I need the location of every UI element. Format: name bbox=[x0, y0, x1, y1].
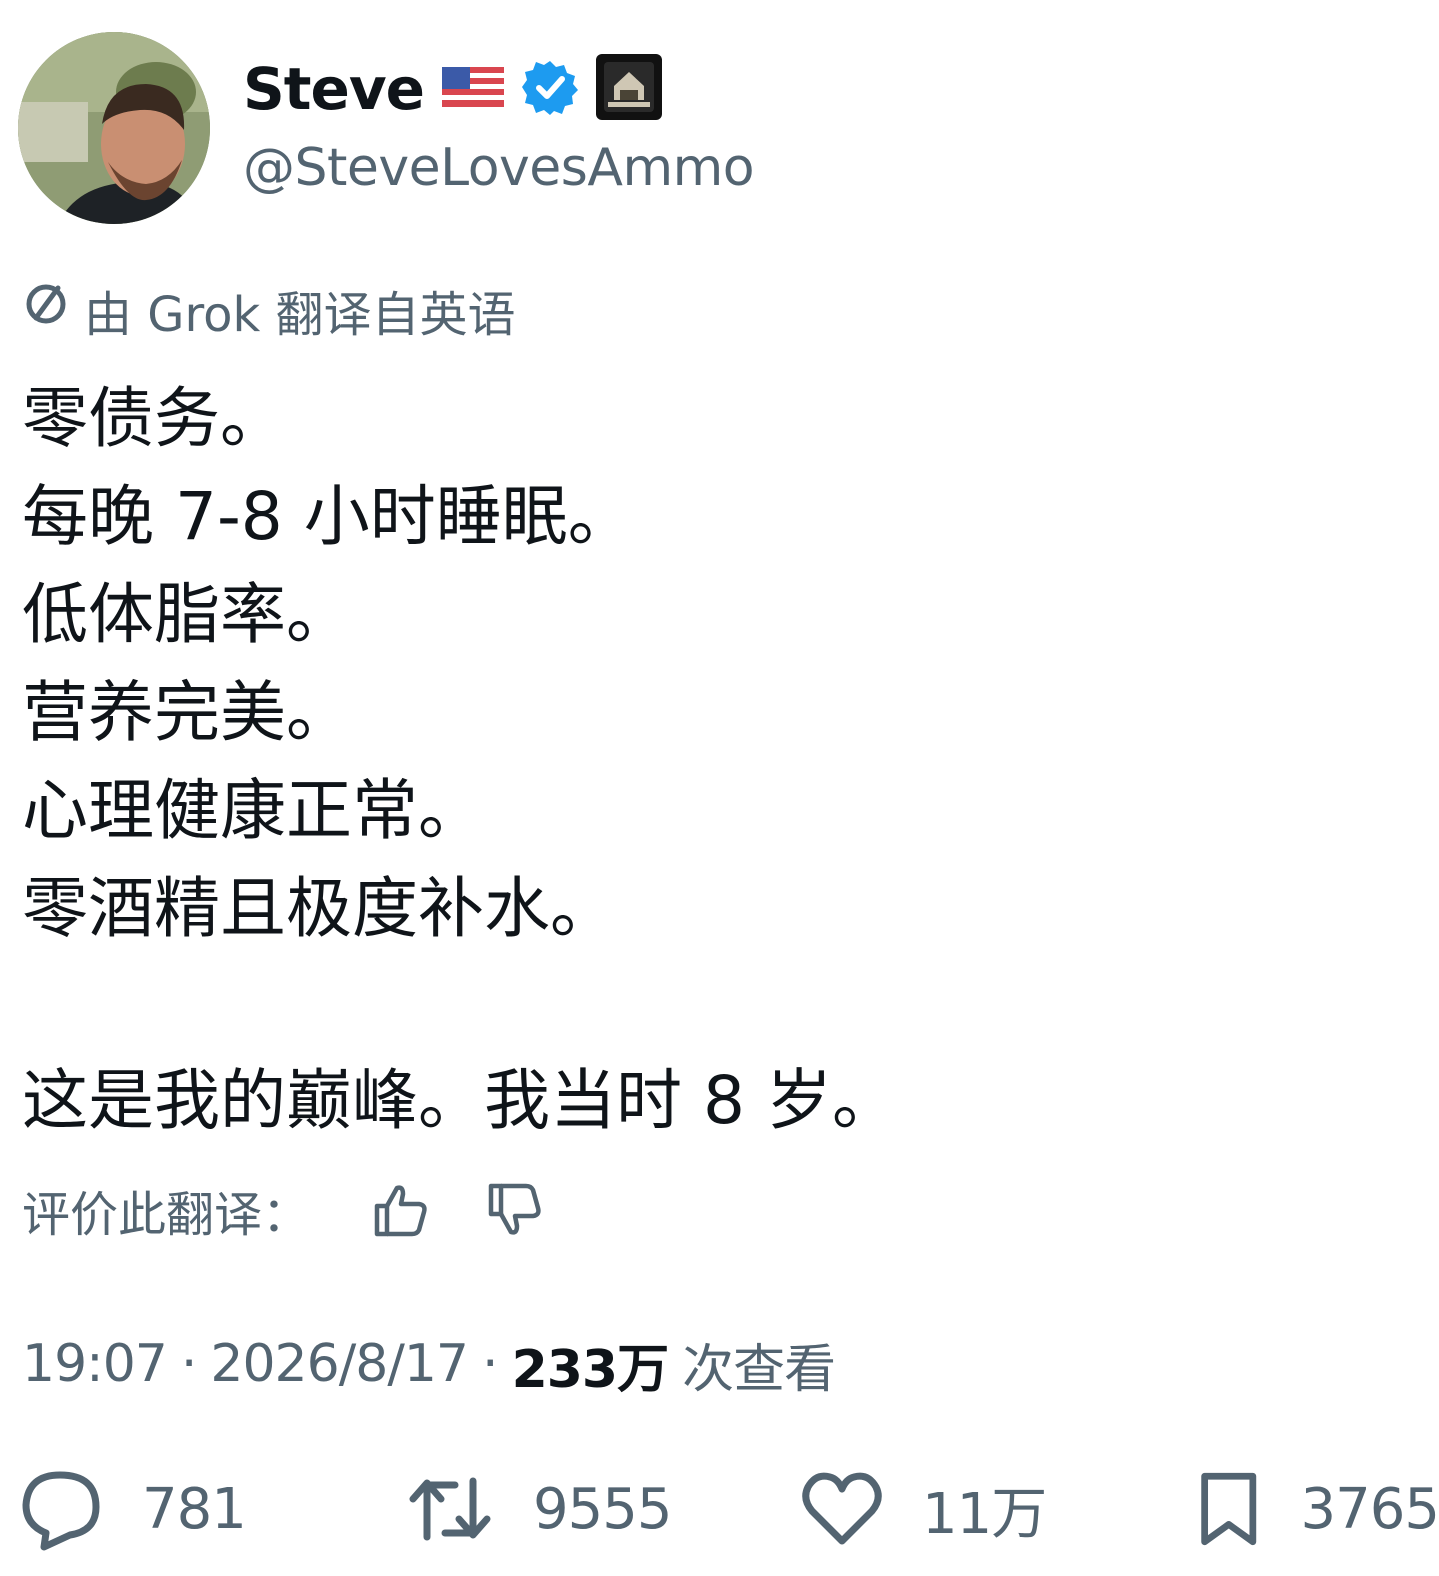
avatar[interactable] bbox=[18, 32, 210, 224]
tweet-line: 营养完美。 bbox=[22, 674, 352, 751]
translation-note: 由 Grok 翻译自英语 bbox=[22, 280, 516, 343]
bookmark-count: 3765 bbox=[1300, 1476, 1439, 1542]
thumbs-down-button[interactable] bbox=[480, 1175, 550, 1245]
tweet-date[interactable]: 2026/8/17 bbox=[210, 1334, 469, 1394]
retweet-button[interactable]: 9555 bbox=[405, 1466, 673, 1552]
affiliate-badge-icon[interactable] bbox=[595, 54, 662, 124]
rate-translation: 评价此翻译： bbox=[22, 1172, 594, 1248]
meta-separator: · bbox=[180, 1334, 198, 1394]
tweet-line: 零债务。 bbox=[22, 380, 286, 457]
tweet-meta: 19:07 · 2026/8/17 · 233万 次查看 bbox=[22, 1326, 836, 1402]
thumbs-up-icon bbox=[374, 1185, 427, 1237]
reply-icon bbox=[22, 1471, 100, 1551]
translation-note-text[interactable]: 由 Grok 翻译自英语 bbox=[84, 275, 516, 345]
verified-badge-icon[interactable] bbox=[521, 59, 578, 119]
bookmark-icon bbox=[1201, 1472, 1257, 1546]
retweet-icon bbox=[409, 1477, 491, 1541]
tweet-line: 零酒精且极度补水。 bbox=[22, 870, 616, 947]
thumbs-down-icon bbox=[488, 1183, 541, 1235]
tweet-line: 低体脂率。 bbox=[22, 576, 352, 653]
tweet-time[interactable]: 19:07 bbox=[22, 1334, 168, 1394]
like-count: 11万 bbox=[922, 1481, 1047, 1547]
tweet-line: 这是我的巅峰。我当时 8 岁。 bbox=[22, 1062, 898, 1139]
tweet-line: 心理健康正常。 bbox=[22, 772, 484, 849]
meta-separator: · bbox=[482, 1334, 499, 1394]
us-flag-icon bbox=[441, 67, 504, 111]
heart-icon bbox=[802, 1472, 882, 1545]
display-name[interactable]: Steve bbox=[243, 55, 425, 123]
bookmark-button[interactable]: 3765 bbox=[1195, 1466, 1439, 1552]
rate-translation-label: 评价此翻译： bbox=[22, 1187, 311, 1243]
tweet-line: 每晚 7-8 小时睡眠。 bbox=[22, 478, 634, 555]
like-button[interactable]: 11万 bbox=[800, 1466, 1047, 1552]
tweet-text: 零债务。 每晚 7-8 小时睡眠。 低体脂率。 营养完美。 心理健康正常。 零酒… bbox=[22, 370, 1422, 958]
retweet-count: 9555 bbox=[533, 1476, 673, 1542]
views-label: 次查看 bbox=[682, 1339, 836, 1400]
reply-count: 781 bbox=[142, 1476, 247, 1542]
display-name-row: Steve bbox=[243, 52, 662, 126]
thumbs-up-button[interactable] bbox=[366, 1175, 436, 1245]
avatar-image bbox=[18, 32, 210, 224]
views-count: 233万 bbox=[511, 1339, 670, 1400]
reply-button[interactable]: 781 bbox=[20, 1466, 247, 1552]
handle[interactable]: @SteveLovesAmmo bbox=[243, 138, 755, 198]
translate-icon bbox=[22, 280, 70, 340]
